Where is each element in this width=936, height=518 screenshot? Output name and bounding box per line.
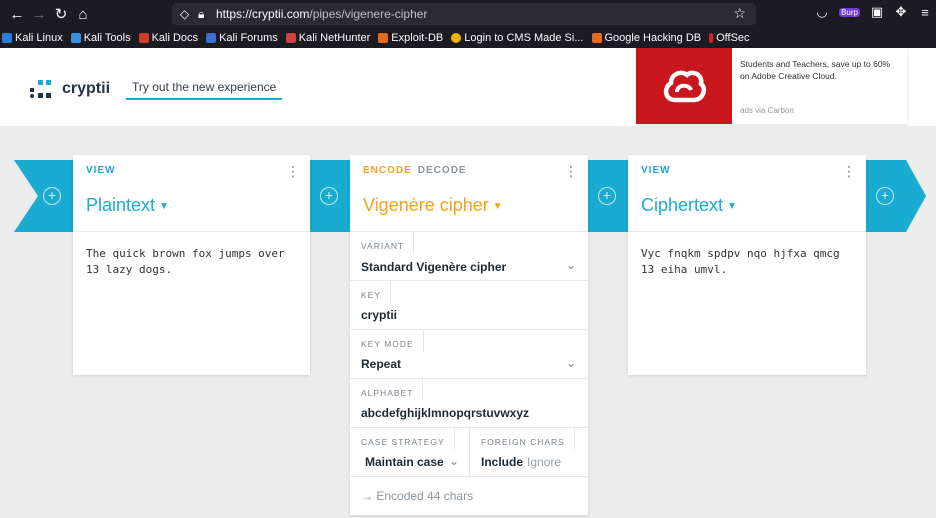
bookmarks-bar: Kali Linux Kali Tools Kali Docs Kali For… [0, 28, 936, 48]
cipher-title-dropdown[interactable]: Vigenère cipher ▼ [363, 195, 503, 216]
caret-down-icon: ▼ [492, 201, 503, 212]
plaintext-title-dropdown[interactable]: Plaintext ▼ [86, 195, 169, 216]
pocket-icon[interactable]: ◡ [815, 4, 829, 20]
bookmark-item[interactable]: Google Hacking DB [591, 32, 701, 44]
reload-icon[interactable]: ↻ [50, 5, 72, 23]
add-brick-plus-icon[interactable]: + [876, 187, 894, 205]
brick-menu-icon[interactable]: ⋮ [564, 163, 578, 180]
encode-tab[interactable]: ENCODE [363, 165, 412, 176]
variant-setting[interactable]: VARIANT Standard Vigenère cipher ⌄ [350, 231, 588, 280]
key-input[interactable]: cryptii [361, 308, 397, 322]
add-brick-plus-icon[interactable]: + [320, 187, 338, 205]
chevron-down-icon[interactable]: ⌄ [566, 258, 576, 272]
bookmark-item[interactable]: Kali Docs [138, 32, 198, 44]
foreign-chars-setting[interactable]: FOREIGN CHARS Include Ignore [470, 428, 588, 477]
encode-decode-tabs: ENCODE DECODE [363, 165, 467, 176]
foreign-chars-toggle[interactable]: Include Ignore [481, 455, 561, 469]
ad-via-carbon[interactable]: ads via Carbon [740, 106, 794, 115]
burp-extension-icon[interactable]: Burp [839, 7, 860, 17]
bookmark-item[interactable]: Login to CMS Made Si... [451, 32, 584, 44]
url-path: /pipes/vigenere-cipher [309, 7, 428, 21]
plaintext-brick: VIEW ⋮ Plaintext ▼ The quick brown fox ju… [73, 155, 310, 375]
key-mode-setting[interactable]: KEY MODE Repeat ⌄ [350, 329, 588, 378]
ciphertext-title-dropdown[interactable]: Ciphertext ▼ [641, 195, 737, 216]
encode-status: → Encoded 44 chars [350, 476, 588, 514]
case-strategy-select[interactable]: Maintain case [365, 455, 444, 469]
bookmark-item[interactable]: Kali NetHunter [285, 32, 370, 44]
case-foreign-settings: CASE STRATEGY Maintain case ⌄ FOREIGN CH… [350, 427, 588, 477]
adobe-cc-logo-icon[interactable] [636, 48, 732, 124]
bookmark-item[interactable]: Kali Forums [206, 32, 278, 44]
add-brick-plus-icon[interactable]: + [43, 187, 61, 205]
brick-menu-icon[interactable]: ⋮ [286, 163, 300, 180]
logo-mark-icon [30, 80, 54, 98]
plaintext-textarea[interactable]: The quick brown fox jumps over 13 lazy d… [73, 231, 310, 292]
bookmark-star-icon[interactable]: ☆ [733, 5, 746, 22]
carbon-ad[interactable]: Students and Teachers, save up to 60% on… [636, 48, 907, 124]
bookmark-item[interactable]: Exploit-DB [378, 32, 443, 44]
foreign-ignore-option[interactable]: Ignore [527, 455, 561, 469]
forward-icon[interactable]: → [28, 6, 50, 23]
case-strategy-setting[interactable]: CASE STRATEGY Maintain case ⌄ [350, 428, 470, 477]
extension-icon[interactable]: ▣ [870, 4, 884, 20]
ad-text[interactable]: Students and Teachers, save up to 60% on… [740, 58, 900, 82]
foreign-include-option[interactable]: Include [481, 455, 523, 469]
back-icon[interactable]: ← [6, 6, 28, 23]
alphabet-input[interactable]: abcdefghijklmnopqrstuvwxyz [361, 406, 529, 420]
lock-icon[interactable]: 🔒︎ [198, 7, 212, 22]
home-icon[interactable]: ⌂ [72, 6, 94, 23]
vigenere-cipher-brick: ENCODE DECODE ⋮ Vigenère cipher ▼ VARIANT … [350, 155, 588, 515]
chevron-down-icon[interactable]: ⌄ [566, 356, 576, 370]
shield-icon[interactable]: ◇ [180, 7, 194, 21]
arrow-right-icon: → [361, 489, 377, 503]
key-mode-select[interactable]: Repeat [361, 357, 401, 371]
caret-down-icon: ▼ [159, 201, 169, 212]
address-bar[interactable]: ◇ 🔒︎ https://cryptii.com/pipes/vigenere-… [172, 3, 756, 25]
ciphertext-brick: VIEW ⋮ Ciphertext ▼ Vyc fnqkm spdpv nqo h… [628, 155, 866, 375]
url-host: https://cryptii.com [216, 7, 310, 21]
try-new-experience-link[interactable]: Try out the new experience [126, 78, 283, 100]
proxy-icon[interactable]: ✥ [894, 4, 908, 20]
brick-menu-icon[interactable]: ⋮ [842, 163, 856, 180]
bookmark-item[interactable]: Kali Tools [70, 32, 131, 44]
ciphertext-textarea[interactable]: Vyc fnqkm spdpv nqo hjfxa qmcg 13 eiha u… [628, 231, 866, 292]
key-setting[interactable]: KEY cryptii [350, 280, 588, 329]
bookmark-item[interactable]: Kali Linux [2, 32, 63, 44]
chevron-down-icon[interactable]: ⌄ [449, 454, 459, 468]
caret-down-icon: ▼ [727, 201, 737, 212]
pipe-end-arrow [866, 160, 926, 232]
browser-toolbar: ← → ↻ ⌂ ◇ 🔒︎ https://cryptii.com/pipes/v… [0, 0, 936, 28]
menu-icon[interactable]: ≡ [918, 5, 932, 20]
add-brick-plus-icon[interactable]: + [598, 187, 616, 205]
alphabet-setting[interactable]: ALPHABET abcdefghijklmnopqrstuvwxyz [350, 378, 588, 427]
bookmark-item[interactable]: OffSec [709, 32, 750, 44]
brick-type-label: VIEW [86, 165, 116, 176]
variant-select[interactable]: Standard Vigenère cipher [361, 260, 506, 274]
logo-text: cryptii [62, 80, 111, 97]
cryptii-logo[interactable]: cryptii [30, 80, 110, 98]
decode-tab[interactable]: DECODE [418, 165, 467, 176]
brick-type-label: VIEW [641, 165, 671, 176]
